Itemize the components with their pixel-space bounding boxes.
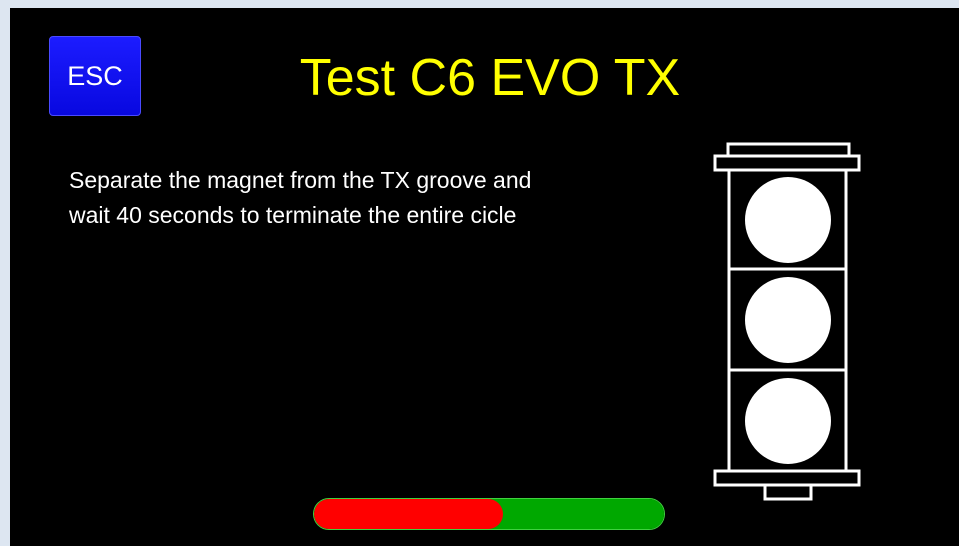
traffic-light-lamp-middle xyxy=(745,277,831,363)
progress-fill xyxy=(314,499,503,529)
traffic-light-lamp-top xyxy=(745,177,831,263)
traffic-light-bottom-bar xyxy=(713,469,861,487)
traffic-light-top-cap xyxy=(726,142,851,158)
traffic-light-icon xyxy=(713,142,861,501)
instruction-line-2: wait 40 seconds to terminate the entire … xyxy=(69,202,517,228)
traffic-light-top-bar xyxy=(713,154,861,172)
instruction-text: Separate the magnet from the TX groove a… xyxy=(69,163,669,233)
instruction-line-1: Separate the magnet from the TX groove a… xyxy=(69,167,532,193)
esc-button[interactable]: ESC xyxy=(49,36,141,116)
traffic-light-base xyxy=(763,483,813,501)
traffic-light-lamp-bottom xyxy=(745,378,831,464)
test-screen: ESC Test C6 EVO TX Separate the magnet f… xyxy=(10,8,959,546)
progress-bar xyxy=(313,498,665,530)
page-title: Test C6 EVO TX xyxy=(299,49,681,107)
